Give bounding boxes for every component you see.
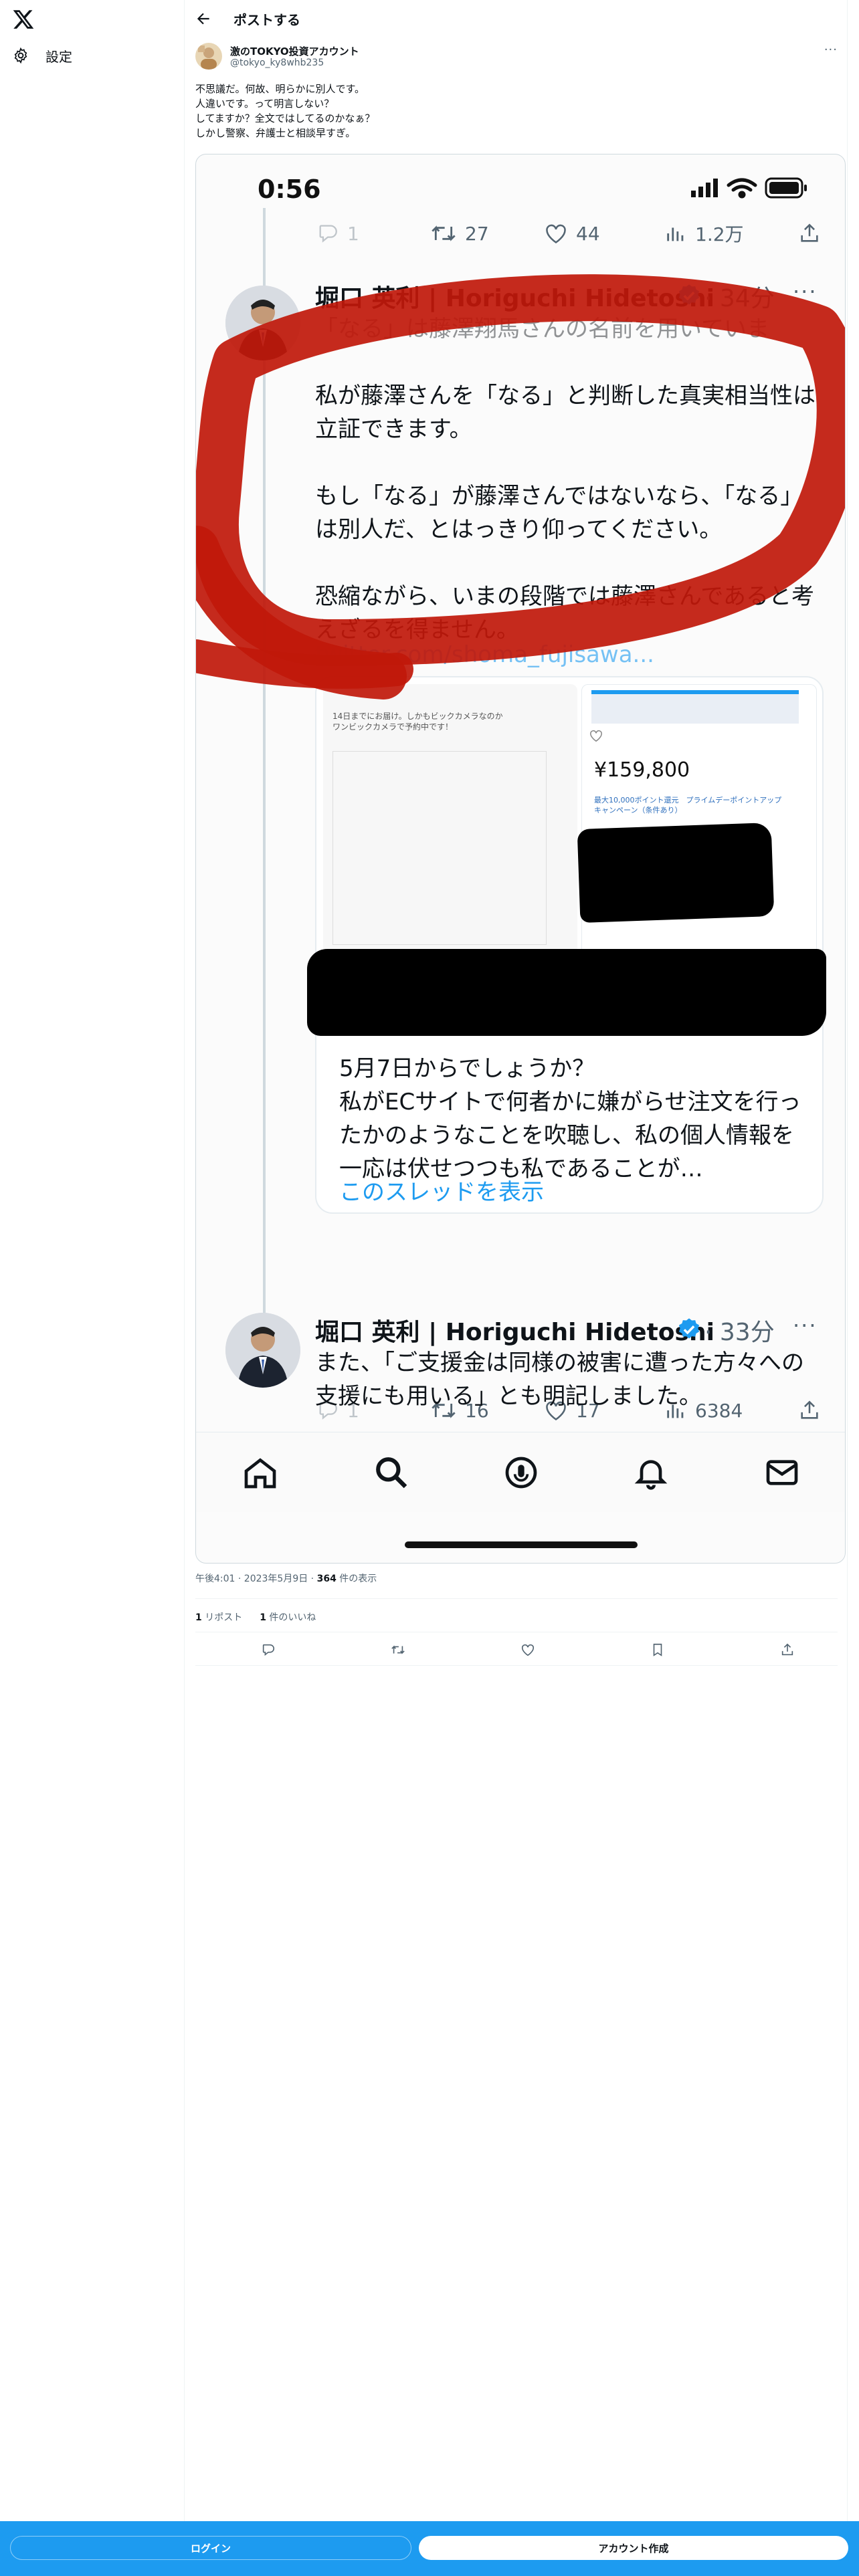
reposts-link[interactable]: 1 リポスト [195, 1610, 242, 1624]
tweet1-time[interactable]: · 34分 [704, 279, 775, 314]
spaces-icon[interactable] [502, 1454, 540, 1491]
phone-tab-bar [196, 1432, 845, 1512]
tweet2-author-name[interactable]: 堀口 英利 | Horiguchi Hidetoshi [315, 1313, 714, 1348]
settings-link[interactable]: 設定 [12, 44, 72, 67]
quote-left-caption: 14日までにお届け。しかもビックカメラなのか ワンビックカメラで予約中です！ [332, 712, 503, 732]
tweet1-avatar[interactable] [225, 286, 300, 360]
author-avatar[interactable] [195, 43, 222, 70]
likes-link[interactable]: 1 件のいいね [260, 1610, 316, 1624]
bell-icon[interactable] [632, 1454, 670, 1491]
share-icon[interactable] [780, 1642, 795, 1657]
status-time: 0:56 [258, 175, 321, 204]
x-logo-icon[interactable] [12, 8, 35, 31]
retweet-icon[interactable] [391, 1642, 405, 1657]
bookmark-icon[interactable] [650, 1642, 665, 1657]
reposts-label: リポスト [201, 1612, 243, 1623]
back-arrow-icon[interactable] [195, 10, 212, 27]
quote-price: ¥159,800 [594, 758, 690, 782]
likes-count: 1 [260, 1612, 266, 1623]
share-button[interactable] [798, 222, 821, 245]
home-icon[interactable] [242, 1454, 279, 1491]
main-column: ポストする 激のTOKYO投資アカウント @tokyo_ky8whb235 ··… [185, 0, 848, 2576]
reply-count: 1 [347, 222, 359, 245]
reply-button[interactable]: 1 [316, 222, 359, 245]
signup-button[interactable]: アカウント作成 [419, 2536, 848, 2560]
views-count: 1.2万 [695, 223, 744, 245]
attached-screenshot[interactable]: 0:56 1 27 44 1.2万 堀口 英利 | Horiguchi Hide… [195, 154, 846, 1564]
views-button[interactable]: 1.2万 [664, 220, 744, 247]
search-icon[interactable] [373, 1454, 410, 1491]
show-thread-link[interactable]: このスレッドを表示 [339, 1174, 544, 1206]
author-handle[interactable]: @tokyo_ky8whb235 [230, 58, 324, 68]
reply-icon[interactable] [261, 1642, 276, 1657]
quote-promo: 最大10,000ポイント還元 プライムデーポイントアップ キャンペーン（条件あり… [594, 796, 782, 815]
heart-icon [590, 730, 602, 742]
heart-icon [546, 224, 566, 244]
left-sidebar: 設定 [0, 0, 185, 2576]
redaction-mark [577, 822, 775, 924]
post-author: 激のTOKYO投資アカウント @tokyo_ky8whb235 ··· [195, 41, 838, 74]
like-count: 44 [576, 222, 600, 245]
battery-icon [765, 177, 807, 199]
thread-line [263, 208, 266, 1358]
tweet0-actions: 1 27 44 1.2万 [316, 220, 825, 247]
tweet2-time[interactable]: · 33分 [704, 1313, 775, 1348]
divider [195, 1665, 838, 1666]
post-text: 不思議だ。何故、明らかに別人です。 人違いです。って明言しない？ してますか？全… [195, 83, 375, 139]
mail-icon[interactable] [763, 1454, 801, 1491]
like-button[interactable]: 44 [544, 222, 600, 245]
tweet1-faded-line: 「なる」は藤澤翔馬さんの名前を用いていま [315, 316, 769, 342]
post-timestamp[interactable]: 午後4:01 · 2023年5月9日 · [195, 1574, 317, 1584]
status-icons [691, 177, 807, 199]
signal-icon [691, 179, 718, 197]
quoted-tweet-card[interactable]: 14日までにお届け。しかもビックカメラなのか ワンビックカメラで予約中です！ ¥… [315, 676, 824, 1214]
author-display-name[interactable]: 激のTOKYO投資アカウント [230, 44, 359, 58]
post-meta: 午後4:01 · 2023年5月9日 · 364 件の表示 [195, 1572, 377, 1585]
divider [195, 1598, 838, 1599]
quote-text: 5月7日からでしょうか？ 私がECサイトで何者かに嫌がらせ注文を行ったかのような… [339, 1055, 801, 1182]
post-action-bar [195, 1638, 838, 1662]
wifi-icon [727, 178, 757, 199]
tweet1-body: 私が藤澤さんを「なる」と判断した真実相当性は立証できます。 もし「なる」が藤澤さ… [315, 383, 816, 643]
tweet1-author-name[interactable]: 堀口 英利 | Horiguchi Hidetoshi [315, 279, 714, 314]
home-indicator [405, 1541, 638, 1548]
tweet1-link[interactable]: twitter.com/shoma_fujisawa... [315, 641, 654, 668]
verified-badge-icon [678, 1318, 700, 1339]
share-icon [801, 223, 818, 242]
heart-icon[interactable] [520, 1642, 535, 1657]
page-title: ポストする [233, 12, 300, 28]
retweet-icon [432, 225, 456, 241]
retweet-button[interactable]: 27 [430, 222, 489, 245]
tv-image [591, 690, 799, 724]
page-header: ポストする [185, 0, 848, 37]
quote-image-left[interactable]: 14日までにお届け。しかもビックカメラなのか ワンビックカメラで予約中です！ [323, 684, 577, 958]
bottom-signup-bar: ログイン アカウント作成 [0, 2521, 859, 2576]
post-views-count: 364 [316, 1574, 337, 1584]
settings-label: 設定 [45, 48, 72, 65]
redaction-mark [307, 949, 826, 1036]
post-counts: 1 リポスト 1 件のいいね [195, 1610, 316, 1624]
post-more-icon[interactable]: ··· [824, 43, 838, 57]
tweet2-body: また、「ご支援金は同様の被害に遭った方々への支援にも用いる」とも明記しました。 [315, 1350, 804, 1410]
verified-badge-icon [678, 284, 700, 305]
login-button[interactable]: ログイン [10, 2536, 411, 2560]
likes-label: 件のいいね [266, 1612, 316, 1623]
gear-icon [14, 47, 27, 64]
tweet2-avatar[interactable] [225, 1313, 300, 1388]
reply-icon [319, 225, 337, 243]
tweet2-more-icon[interactable]: ··· [793, 1313, 818, 1338]
post-views-label: 件の表示 [336, 1574, 377, 1584]
views-icon [667, 227, 684, 241]
retweet-count: 27 [465, 222, 489, 245]
quote-left-box [332, 751, 547, 945]
tweet1-more-icon[interactable]: ··· [793, 279, 818, 304]
reposts-count: 1 [195, 1612, 202, 1623]
